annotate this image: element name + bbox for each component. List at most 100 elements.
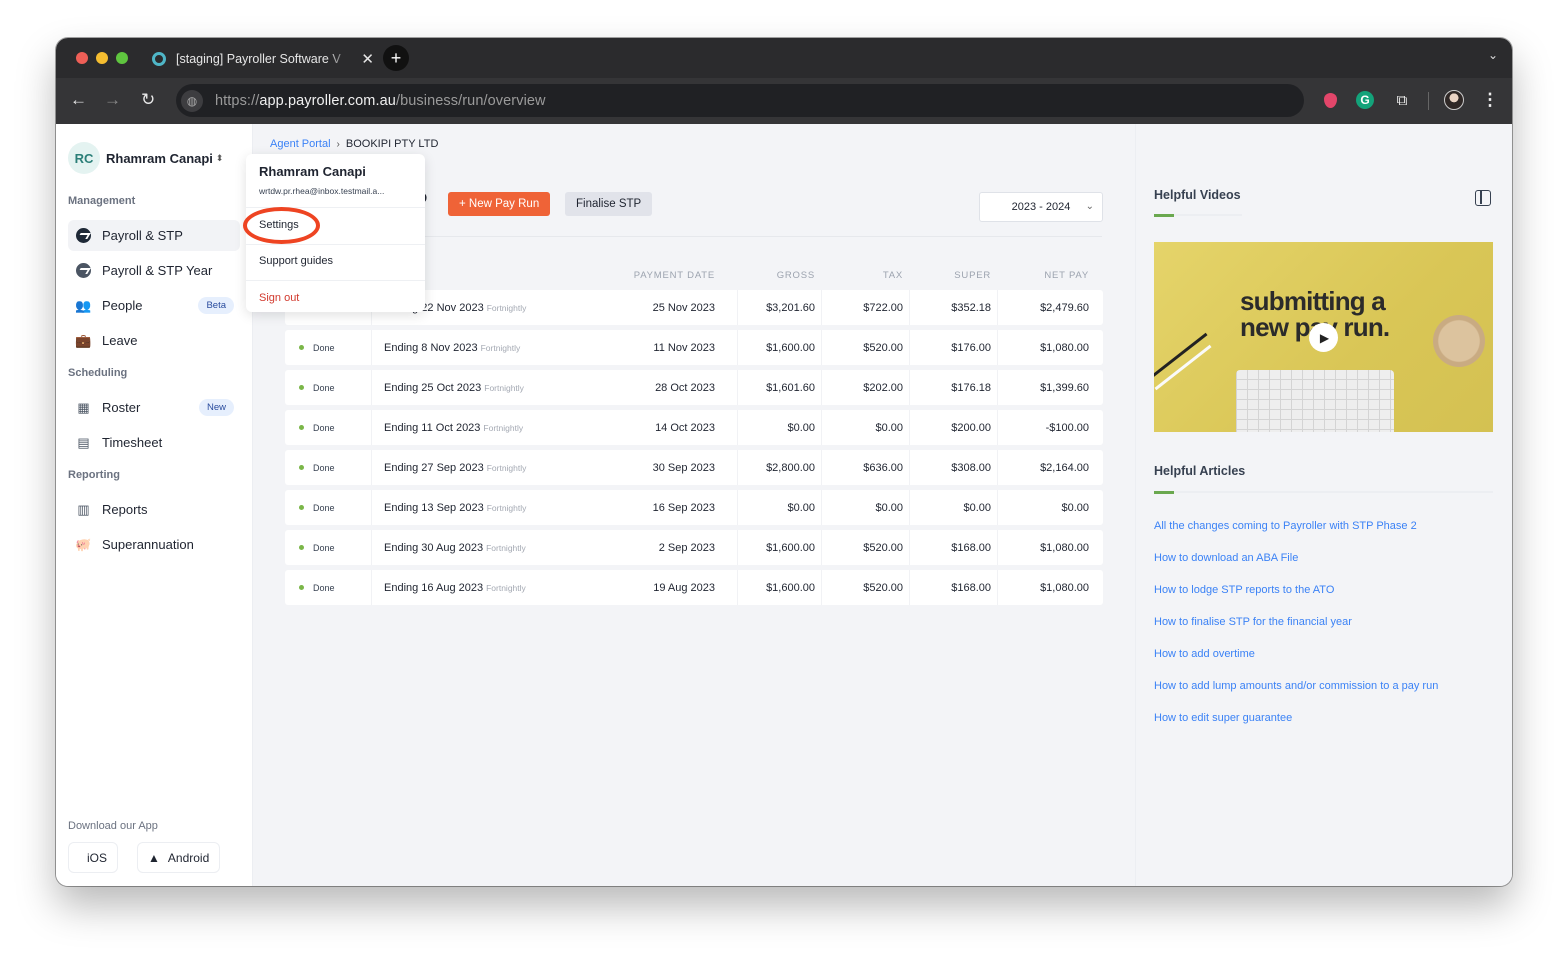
gross-cell: $0.00 [787, 501, 815, 514]
tab-search-chevron-icon[interactable]: ⌄ [1488, 48, 1498, 62]
super-cell: $168.00 [951, 581, 991, 594]
status-dot-icon [299, 505, 304, 510]
reload-icon[interactable]: ↻ [141, 90, 155, 110]
net-pay-cell: $0.00 [1061, 501, 1089, 514]
close-tab-icon[interactable]: ✕ [361, 50, 374, 68]
briefcase-icon: 💼 [75, 332, 92, 348]
play-icon[interactable]: ▶ [1309, 323, 1338, 352]
column-divider [997, 330, 998, 365]
browser-tab[interactable]: [staging] Payroller Software V ✕ [152, 46, 374, 72]
site-info-globe-icon[interactable]: ◍ [181, 89, 203, 112]
column-divider [997, 530, 998, 565]
new-tab-button[interactable]: + [383, 45, 409, 71]
browser-window: [staging] Payroller Software V ✕ + ⌄ ← →… [56, 38, 1512, 886]
payment-date-cell: 2 Sep 2023 [658, 541, 715, 554]
heading-underline [1154, 214, 1242, 217]
article-link[interactable]: How to add overtime [1154, 648, 1255, 660]
close-window-button[interactable] [76, 52, 88, 64]
status-text: Done [313, 582, 335, 593]
table-row[interactable]: Done Ending 25 Oct 2023 Fortnightly 28 Oct … [285, 370, 1103, 405]
minimize-window-button[interactable] [96, 52, 108, 64]
table-row[interactable]: Done Ending 8 Nov 2023 Fortnightly 11 Nov 2… [285, 330, 1103, 365]
back-arrow-icon[interactable]: ← [70, 90, 87, 110]
article-link[interactable]: How to download an ABA File [1154, 552, 1298, 564]
status-text: Done [313, 502, 335, 513]
piggy-bank-icon: 🐖 [75, 536, 92, 552]
sidebar-item-payroll-stp[interactable]: Payroll & STP [68, 220, 240, 251]
tax-cell: $0.00 [875, 421, 903, 434]
article-link[interactable]: How to finalise STP for the financial ye… [1154, 616, 1352, 628]
article-link[interactable]: How to edit super guarantee [1154, 712, 1292, 724]
sidebar-item-payroll-stp-year[interactable]: Payroll & STP Year [68, 255, 240, 286]
new-pay-run-button[interactable]: + New Pay Run [448, 192, 551, 216]
period-text: Ending 13 Sep 2023 [384, 501, 484, 514]
column-divider [909, 410, 910, 445]
user-menu-dropdown: Rhamram Canapi wrtdw.pr.rhea@inbox.testm… [243, 154, 425, 312]
status-cell: Done [299, 530, 335, 565]
period-cell: Ending 13 Sep 2023 Fortnightly [384, 490, 526, 525]
article-link[interactable]: How to add lump amounts and/or commissio… [1154, 680, 1438, 692]
status-cell: Done [299, 370, 335, 405]
tax-cell: $0.00 [875, 501, 903, 514]
sidebar-item-reports[interactable]: ▥ Reports [68, 494, 240, 525]
financial-year-value: 2023 - 2024 [1011, 201, 1071, 213]
net-pay-cell: $2,479.60 [1040, 301, 1089, 314]
sidebar-item-leave[interactable]: 💼 Leave [68, 325, 240, 356]
sidebar-item-label: Timesheet [102, 435, 163, 450]
tax-cell: $520.00 [863, 541, 903, 554]
menu-item-support-guides[interactable]: Support guides [259, 255, 333, 267]
sidebar-item-label: Payroll & STP Year [102, 263, 213, 278]
table-row[interactable]: Done Ending 11 Oct 2023 Fortnightly 14 Oct … [285, 410, 1103, 445]
column-divider [821, 330, 822, 365]
payment-date-cell: 16 Sep 2023 [652, 501, 715, 514]
super-cell: $176.00 [951, 341, 991, 354]
period-text: Ending 11 Oct 2023 [384, 421, 481, 434]
url-field[interactable]: ◍ https://app.payroller.com.au/business/… [176, 84, 1304, 117]
sidebar-item-label: Superannuation [102, 537, 194, 552]
article-link[interactable]: How to lodge STP reports to the ATO [1154, 584, 1334, 596]
collapse-panel-icon[interactable] [1475, 190, 1491, 206]
column-divider [371, 370, 372, 405]
financial-year-select[interactable]: 2023 - 2024 ⌄ [979, 192, 1103, 222]
sidebar-item-roster[interactable]: ▦ Roster New [68, 392, 240, 423]
browser-menu-kebab-icon[interactable]: ⋮ [1480, 90, 1500, 110]
address-bar: ← → ↻ ◍ https://app.payroller.com.au/bus… [56, 78, 1512, 124]
finalise-stp-button[interactable]: Finalise STP [565, 192, 653, 216]
sidebar-item-timesheet[interactable]: ▤ Timesheet [68, 427, 240, 458]
col-gross: GROSS [776, 270, 815, 281]
android-app-button[interactable]: ▲ Android [137, 842, 221, 873]
payment-date-cell: 14 Oct 2023 [655, 421, 715, 434]
breadcrumb-agent-portal[interactable]: Agent Portal [270, 138, 331, 150]
article-link[interactable]: All the changes coming to Payroller with… [1154, 520, 1417, 532]
maximize-window-button[interactable] [116, 52, 128, 64]
col-tax: TAX [882, 270, 903, 281]
menu-item-sign-out[interactable]: Sign out [259, 292, 299, 304]
forward-arrow-icon[interactable]: → [104, 90, 121, 110]
status-dot-icon [299, 545, 304, 550]
sidebar-item-superannuation[interactable]: 🐖 Superannuation [68, 529, 240, 560]
table-row[interactable]: Done Ending 16 Aug 2023 Fortnightly 19 Aug … [285, 570, 1103, 605]
grammarly-extension-icon[interactable]: G [1355, 90, 1375, 110]
profile-avatar-icon[interactable] [1444, 90, 1464, 110]
table-row[interactable]: Done Ending 13 Sep 2023 Fortnightly 16 Sep … [285, 490, 1103, 525]
period-cell: Ending 25 Oct 2023 Fortnightly [384, 370, 524, 405]
column-divider [737, 330, 738, 365]
table-row[interactable]: Done Ending 30 Aug 2023 Fortnightly 2 Sep 2… [285, 530, 1103, 565]
url-text[interactable]: https://app.payroller.com.au/business/ru… [215, 93, 546, 109]
column-divider [909, 530, 910, 565]
gross-cell: $1,600.00 [766, 541, 815, 554]
breadcrumb: Agent Portal › BOOKIPI PTY LTD [270, 138, 438, 150]
new-badge: New [198, 399, 234, 416]
video-thumbnail[interactable]: submitting a new pay run. ▶ [1154, 242, 1493, 432]
status-cell: Done [299, 570, 335, 605]
status-dot-icon [299, 385, 304, 390]
extensions-puzzle-icon[interactable]: ⧉ [1392, 90, 1412, 110]
strawberry-extension-icon[interactable] [1320, 90, 1340, 110]
status-text: Done [313, 342, 335, 353]
menu-item-settings[interactable]: Settings [259, 219, 299, 231]
table-row[interactable]: Done Ending 27 Sep 2023 Fortnightly 30 Sep … [285, 450, 1103, 485]
column-divider [997, 490, 998, 525]
ios-app-button[interactable]: iOS [68, 842, 119, 873]
sidebar-item-people[interactable]: 👥 People Beta [68, 290, 240, 321]
user-switcher[interactable]: RC Rhamram Canapi ⬍ [68, 142, 223, 174]
